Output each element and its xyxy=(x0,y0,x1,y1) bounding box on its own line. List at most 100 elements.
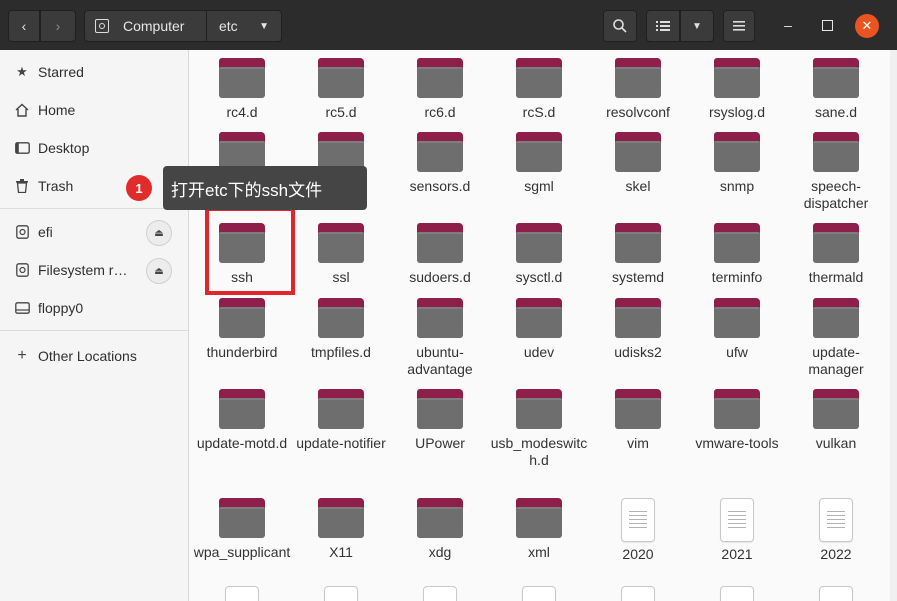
file-item[interactable]: vim xyxy=(589,389,687,452)
minimize-icon: – xyxy=(784,17,792,33)
file-item[interactable]: rsyslog.d xyxy=(688,58,786,121)
forward-button[interactable]: › xyxy=(40,10,76,42)
file-item[interactable]: UPower xyxy=(391,389,489,452)
file-item[interactable]: X11 xyxy=(292,498,390,561)
folder-icon xyxy=(318,498,364,538)
sidebar-item-home[interactable]: Home xyxy=(0,92,188,128)
folder-icon xyxy=(318,298,364,338)
file-item[interactable]: sysctl.d xyxy=(490,223,588,286)
file-item[interactable]: usb_modeswitch.d xyxy=(490,389,588,469)
text-file-icon xyxy=(621,498,655,542)
file-item[interactable]: tmpfiles.d xyxy=(292,298,390,361)
file-item[interactable]: xdg xyxy=(391,498,489,561)
file-item[interactable]: udev xyxy=(490,298,588,361)
list-view-icon xyxy=(656,21,670,31)
file-icon[interactable] xyxy=(423,586,457,601)
sidebar-item-label: efi xyxy=(38,224,53,240)
file-item[interactable]: 2020 xyxy=(589,498,687,563)
file-icon[interactable] xyxy=(225,586,259,601)
minimize-button[interactable]: – xyxy=(776,13,800,37)
file-label: rc5.d xyxy=(325,104,357,120)
file-label: rcS.d xyxy=(522,104,556,120)
close-button[interactable]: ✕ xyxy=(855,14,879,38)
file-item[interactable]: udisks2 xyxy=(589,298,687,361)
chevron-left-icon: ‹ xyxy=(21,18,27,34)
folder-icon xyxy=(219,389,265,429)
maximize-button[interactable] xyxy=(815,13,839,37)
close-icon: ✕ xyxy=(861,18,873,33)
file-item[interactable]: 2022 xyxy=(787,498,885,563)
file-icon[interactable] xyxy=(324,586,358,601)
file-label: skel xyxy=(625,178,651,194)
file-item[interactable]: ubuntu-advantage xyxy=(391,298,489,378)
file-item[interactable]: update-motd.d xyxy=(193,389,291,452)
file-item[interactable]: sane.d xyxy=(787,58,885,121)
file-item[interactable]: vmware-tools xyxy=(688,389,786,452)
eject-icon: ⏏ xyxy=(154,265,164,277)
file-label: X11 xyxy=(329,544,353,560)
search-button[interactable] xyxy=(603,10,637,42)
file-icon[interactable] xyxy=(522,586,556,601)
back-button[interactable]: ‹ xyxy=(8,10,40,42)
file-item[interactable]: ufw xyxy=(688,298,786,361)
highlight-box xyxy=(205,207,295,295)
file-item[interactable]: 2021 xyxy=(688,498,786,563)
file-item[interactable]: update-notifier xyxy=(292,389,390,452)
path-crumb-label: etc xyxy=(219,18,238,34)
folder-icon xyxy=(516,223,562,263)
file-item[interactable]: systemd xyxy=(589,223,687,286)
file-item[interactable]: wpa_supplicant xyxy=(193,498,291,561)
file-item[interactable]: ssl xyxy=(292,223,390,286)
file-item[interactable]: sgml xyxy=(490,132,588,195)
file-item[interactable]: rcS.d xyxy=(490,58,588,121)
folder-icon xyxy=(714,223,760,263)
path-crumb-computer[interactable]: Computer xyxy=(85,11,207,41)
view-options-button[interactable]: ▼ xyxy=(680,10,714,42)
file-label: 2020 xyxy=(622,546,654,562)
file-item[interactable]: thunderbird xyxy=(193,298,291,361)
sidebar-item-starred[interactable]: ★ Starred xyxy=(0,54,188,90)
chevron-right-icon: › xyxy=(55,18,61,34)
file-item[interactable]: speech-dispatcher xyxy=(787,132,885,212)
file-item[interactable]: rc4.d xyxy=(193,58,291,121)
chevron-down-icon: ▼ xyxy=(692,20,702,32)
file-item[interactable]: update-manager xyxy=(787,298,885,378)
file-item[interactable]: vulkan xyxy=(787,389,885,452)
search-icon xyxy=(613,19,627,33)
file-icon[interactable] xyxy=(720,586,754,601)
sidebar-divider xyxy=(0,208,188,209)
menu-button[interactable] xyxy=(723,10,755,42)
sidebar-item-other-locations[interactable]: + Other Locations xyxy=(0,338,188,374)
file-label: wpa_supplicant xyxy=(193,544,291,560)
file-item[interactable]: resolvconf xyxy=(589,58,687,121)
file-item[interactable]: rc6.d xyxy=(391,58,489,121)
sidebar-item-floppy0[interactable]: floppy0 xyxy=(0,290,188,326)
eject-filesystem-button[interactable]: ⏏ xyxy=(146,258,172,284)
file-item[interactable]: xml xyxy=(490,498,588,561)
file-item[interactable]: terminfo xyxy=(688,223,786,286)
text-file-icon xyxy=(819,498,853,542)
file-icon[interactable] xyxy=(819,586,853,601)
folder-icon xyxy=(417,132,463,172)
path-crumb-etc[interactable]: etc ▼ xyxy=(207,11,281,41)
folder-icon xyxy=(516,498,562,538)
file-label: rsyslog.d xyxy=(708,104,766,120)
file-label: vulkan xyxy=(815,435,857,451)
sidebar-item-trash[interactable]: Trash xyxy=(0,168,188,204)
file-item[interactable]: sensors.d xyxy=(391,132,489,195)
folder-icon xyxy=(417,58,463,98)
file-label: ssl xyxy=(332,269,350,285)
star-icon: ★ xyxy=(16,64,28,79)
file-label: sane.d xyxy=(814,104,858,120)
file-item[interactable]: skel xyxy=(589,132,687,195)
list-view-button[interactable] xyxy=(646,10,680,42)
file-item[interactable]: thermald xyxy=(787,223,885,286)
scrollbar[interactable] xyxy=(890,50,897,601)
file-item[interactable]: snmp xyxy=(688,132,786,195)
file-item[interactable]: rc5.d xyxy=(292,58,390,121)
eject-efi-button[interactable]: ⏏ xyxy=(146,220,172,246)
sidebar-item-desktop[interactable]: Desktop xyxy=(0,130,188,166)
folder-icon xyxy=(714,389,760,429)
binary-file-icon[interactable] xyxy=(621,586,655,601)
file-item[interactable]: sudoers.d xyxy=(391,223,489,286)
